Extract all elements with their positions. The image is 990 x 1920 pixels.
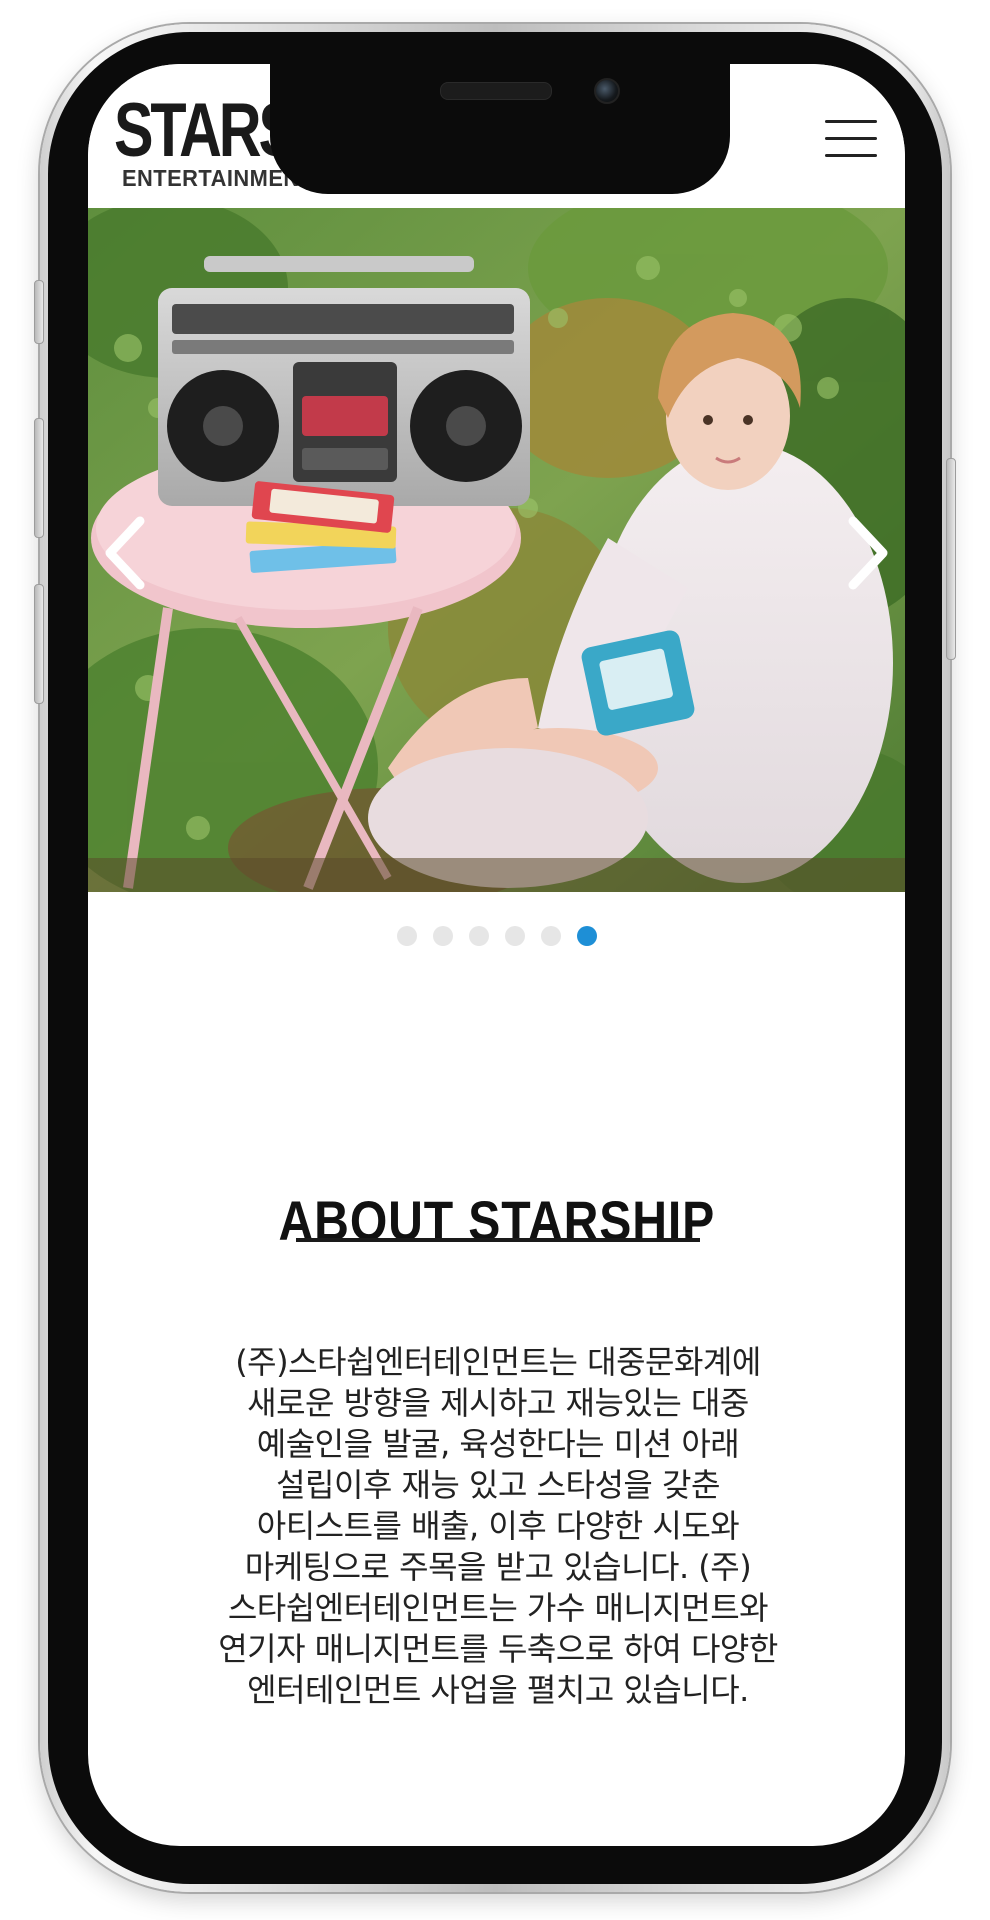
power-button bbox=[946, 458, 956, 660]
volume-up-button bbox=[34, 418, 44, 538]
menu-line-middle bbox=[825, 137, 877, 140]
slider-dot-2[interactable] bbox=[432, 926, 453, 946]
about-heading-text: ABOUT STARSHIP bbox=[278, 1189, 715, 1253]
about-divider bbox=[296, 1238, 700, 1242]
volume-down-button bbox=[34, 584, 44, 704]
slider-pagination bbox=[88, 926, 905, 946]
slider-dot-3[interactable] bbox=[468, 926, 489, 946]
chevron-right-icon[interactable] bbox=[837, 513, 897, 593]
menu-line-bottom bbox=[825, 154, 877, 157]
phone-notch bbox=[270, 64, 730, 194]
hero-slider[interactable] bbox=[88, 208, 905, 892]
hero-slide-image bbox=[88, 208, 905, 892]
front-camera bbox=[594, 78, 620, 104]
slider-dot-4[interactable] bbox=[504, 926, 525, 946]
slider-dot-5[interactable] bbox=[540, 926, 561, 946]
menu-line-top bbox=[825, 120, 877, 123]
speaker-grille bbox=[440, 82, 552, 100]
phone-screen: STARSHIP ENTERTAINMENT ABOUT STARSHIP (주… bbox=[88, 64, 905, 1846]
about-heading: ABOUT STARSHIP bbox=[88, 1188, 905, 1253]
page: STARSHIP ENTERTAINMENT ABOUT STARSHIP (주… bbox=[0, 0, 990, 1920]
about-description: (주)스타쉽엔터테인먼트는 대중문화계에 새로운 방향을 제시하고 재능있는 대… bbox=[218, 1343, 778, 1709]
hamburger-menu-icon[interactable] bbox=[825, 116, 877, 162]
slider-dot-6-active[interactable] bbox=[576, 926, 597, 946]
chevron-left-icon[interactable] bbox=[96, 513, 156, 593]
slider-dot-1[interactable] bbox=[396, 926, 417, 946]
mute-switch bbox=[34, 280, 44, 344]
